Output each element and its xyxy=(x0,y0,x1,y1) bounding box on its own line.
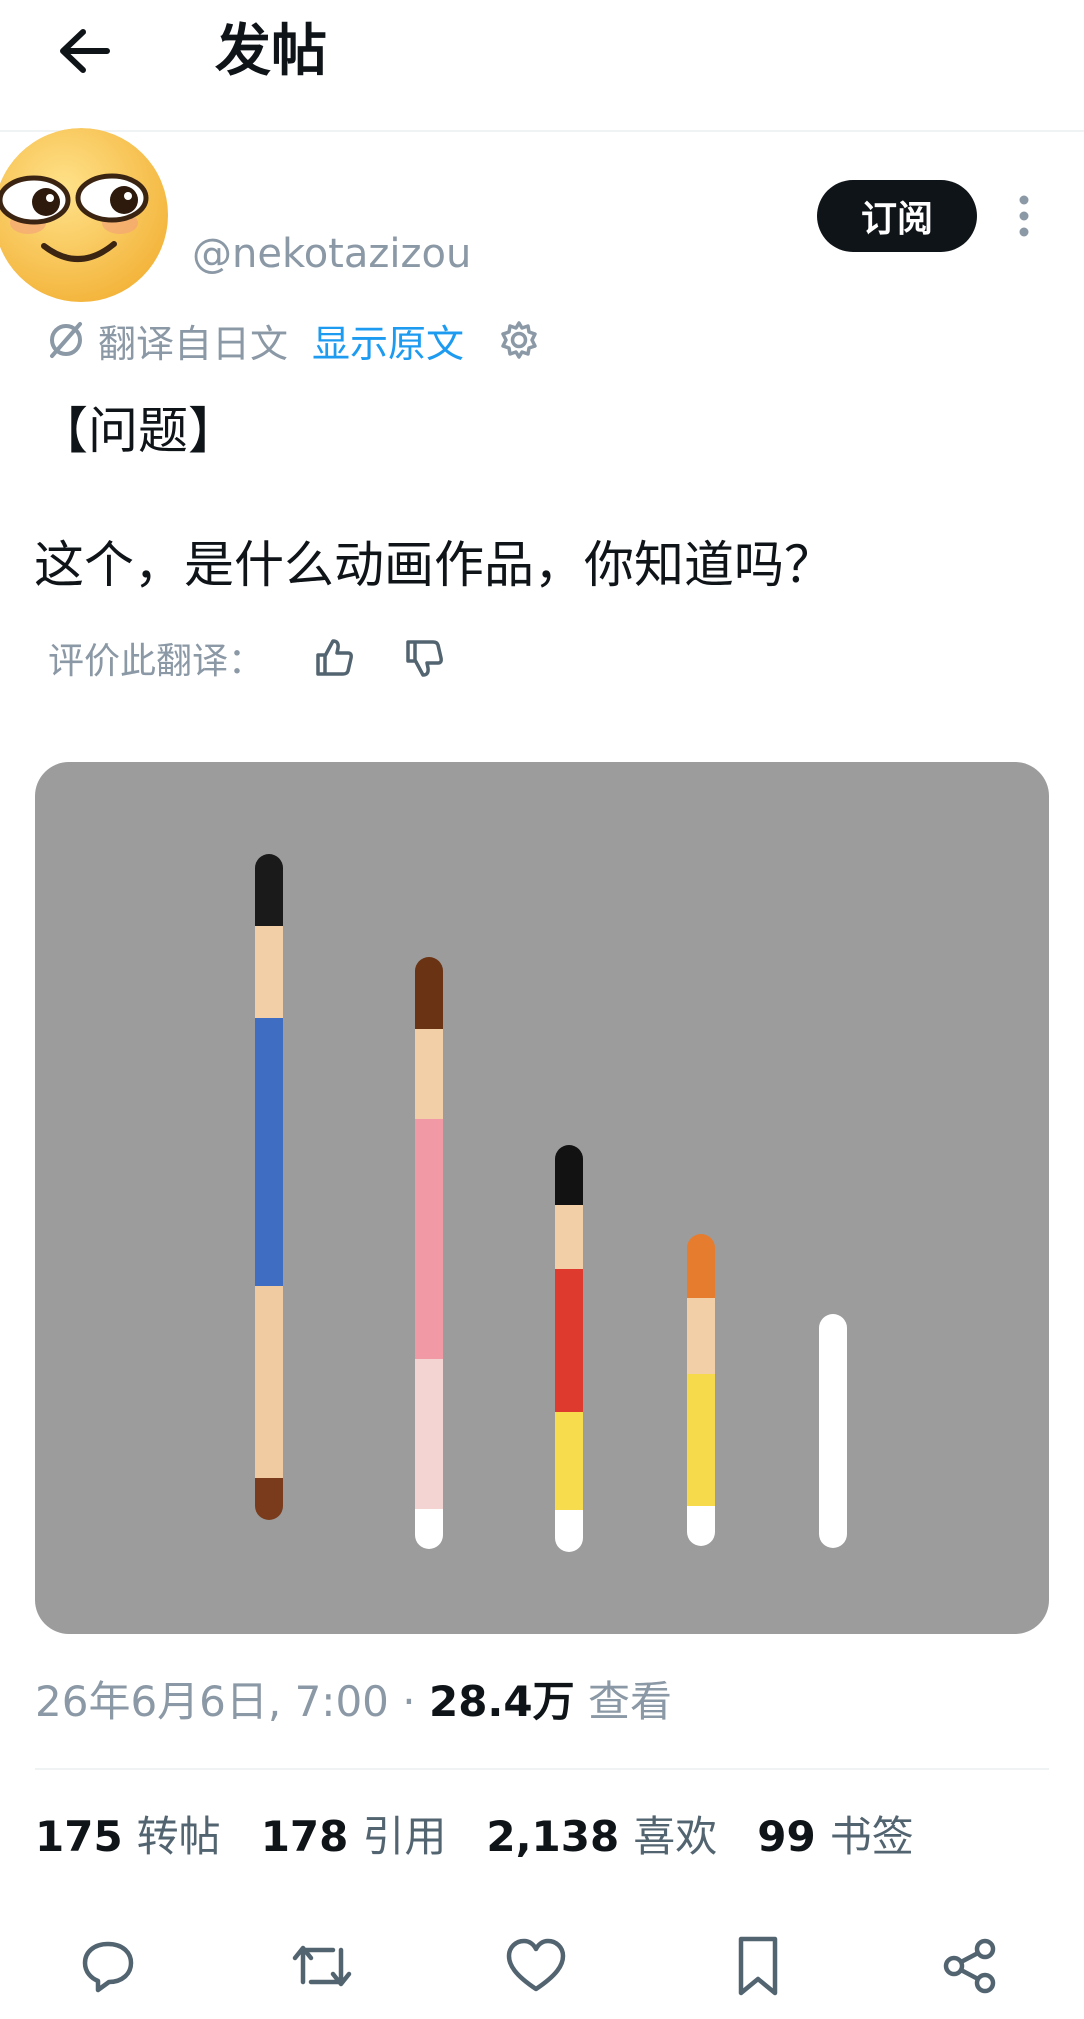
share-button[interactable] xyxy=(934,1930,1006,2002)
stick-segment xyxy=(255,854,283,927)
stick-segment xyxy=(255,1478,283,1520)
stick-segment xyxy=(819,1314,847,1548)
stick-segment xyxy=(687,1234,715,1299)
reply-icon xyxy=(82,1941,134,1993)
rate-translation: 评价此翻译： xyxy=(48,628,446,688)
stick-segment xyxy=(687,1298,715,1375)
stick-figure xyxy=(555,1145,583,1552)
stick-segment xyxy=(255,1018,283,1287)
author-handle[interactable]: @nekotazizou xyxy=(192,228,471,280)
stick-figures-image xyxy=(255,854,847,1552)
back-button[interactable] xyxy=(48,18,120,84)
stat-bookmarks[interactable]: 99 书签 xyxy=(757,1806,913,1868)
translation-settings-button[interactable] xyxy=(498,319,540,361)
avatar[interactable] xyxy=(0,128,169,303)
stick-segment xyxy=(555,1510,583,1552)
stat-reposts[interactable]: 175 转帖 xyxy=(35,1806,221,1868)
share-icon xyxy=(943,1938,996,1994)
stick-figure xyxy=(687,1234,715,1546)
stick-segment xyxy=(415,1359,443,1510)
emoji-face-icon xyxy=(0,128,168,302)
header-divider xyxy=(0,130,1084,132)
stick-segment xyxy=(555,1412,583,1511)
retweet-button[interactable] xyxy=(286,1930,358,2002)
like-icon xyxy=(506,1938,566,1992)
subscribe-button[interactable]: 订阅 xyxy=(817,180,977,252)
arrow-left-icon xyxy=(60,29,110,73)
stat-number: 175 xyxy=(35,1812,123,1861)
page-title: 发帖 xyxy=(215,19,327,84)
stick-segment xyxy=(555,1205,583,1270)
like-button[interactable] xyxy=(500,1930,572,2002)
author-name[interactable] xyxy=(192,182,342,212)
more-vertical-icon xyxy=(1019,195,1029,237)
post-date[interactable]: 26年6月6日, 7:00 xyxy=(35,1677,389,1726)
more-button[interactable] xyxy=(1000,180,1048,252)
stat-likes[interactable]: 2,138 喜欢 xyxy=(486,1806,717,1868)
thumbs-down-icon xyxy=(406,640,443,677)
stat-number: 178 xyxy=(260,1812,349,1861)
reply-button[interactable] xyxy=(72,1930,144,2002)
stick-segment xyxy=(555,1145,583,1206)
bookmark-button[interactable] xyxy=(722,1930,794,2002)
stick-segment xyxy=(555,1269,583,1413)
views-label: 查看 xyxy=(587,1677,672,1726)
retweet-icon xyxy=(292,1945,352,1987)
action-bar xyxy=(0,1920,1084,2012)
stat-label: 喜欢 xyxy=(633,1812,718,1861)
translation-bar: 翻译自日文 显示原文 xyxy=(46,312,540,368)
bookmark-icon xyxy=(738,1936,778,1996)
stick-figure xyxy=(415,957,443,1549)
stat-quotes[interactable]: 178 引用 xyxy=(261,1806,447,1868)
stat-number: 99 xyxy=(757,1812,816,1861)
post-text-line-2: 这个，是什么动画作品，你知道吗？ xyxy=(34,536,834,594)
rate-translation-label: 评价此翻译： xyxy=(48,641,265,682)
meta-divider xyxy=(35,1768,1049,1770)
post-meta: 26年6月6日, 7:00 · 28.4万 查看 xyxy=(35,1672,672,1732)
stick-figure xyxy=(819,1314,847,1548)
stick-segment xyxy=(415,1509,443,1549)
meta-separator: · xyxy=(388,1677,429,1726)
stick-segment xyxy=(415,1119,443,1360)
engagement-stats: 175 转帖 178 引用 2,138 喜欢 99 书签 xyxy=(35,1806,954,1868)
stick-segment xyxy=(255,1286,283,1479)
thumbs-up-icon xyxy=(316,639,353,676)
stick-segment xyxy=(415,1029,443,1120)
stat-label: 书签 xyxy=(829,1812,914,1861)
stat-label: 引用 xyxy=(362,1812,447,1861)
stat-number: 2,138 xyxy=(486,1812,620,1861)
views-count: 28.4万 xyxy=(428,1677,575,1726)
translate-icon xyxy=(50,322,82,358)
thumbs-up-button[interactable] xyxy=(312,636,356,680)
stick-segment xyxy=(687,1506,715,1546)
gear-icon xyxy=(501,321,537,359)
translation-label: 翻译自日文 xyxy=(98,321,289,366)
stick-segment xyxy=(415,957,443,1030)
stat-label: 转帖 xyxy=(136,1812,221,1861)
post-text-line-1: 【问题】 xyxy=(38,402,238,460)
thumbs-down-button[interactable] xyxy=(402,636,446,680)
stick-segment xyxy=(255,926,283,1019)
stick-segment xyxy=(687,1374,715,1507)
show-original-link[interactable]: 显示原文 xyxy=(312,313,464,368)
stick-figure xyxy=(255,854,283,1520)
post-image[interactable] xyxy=(35,762,1049,1634)
